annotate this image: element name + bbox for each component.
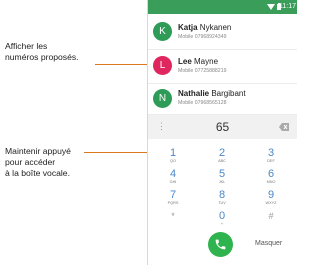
key-7[interactable]: 7 PQRS bbox=[149, 189, 197, 210]
key-5[interactable]: 5 JKL bbox=[198, 168, 246, 189]
key-digit: * bbox=[171, 211, 175, 221]
key-star[interactable]: * bbox=[149, 210, 197, 231]
key-digit: 9 bbox=[267, 189, 275, 201]
wifi-icon bbox=[267, 3, 275, 10]
dialed-number[interactable]: 65 bbox=[148, 120, 297, 134]
key-digit: 8 bbox=[218, 189, 226, 201]
contact-name-rest: Mayne bbox=[191, 57, 219, 66]
annotation-line: numéros proposés. bbox=[5, 52, 79, 62]
dial-input-bar: ⋮ 65 bbox=[148, 115, 297, 139]
contact-suggestion[interactable]: N Nathalie Bargibant Mobile 07968565128 bbox=[148, 84, 297, 115]
avatar: K bbox=[153, 22, 172, 41]
annotation-voicemail: Maintenir appuyé pour accéder à la boîte… bbox=[5, 146, 71, 179]
key-2[interactable]: 2 ABC bbox=[198, 147, 246, 168]
hide-keypad-button[interactable]: Masquer bbox=[255, 240, 282, 247]
contact-name-rest: Nykanen bbox=[197, 23, 232, 32]
key-3[interactable]: 3 DEF bbox=[247, 147, 295, 168]
annotation-line: à la boîte vocale. bbox=[5, 168, 70, 178]
phone-icon bbox=[215, 239, 226, 250]
contact-number: Mobile 07968565128 bbox=[178, 100, 227, 106]
key-8[interactable]: 8 TUV bbox=[198, 189, 246, 210]
key-letters: PQRS bbox=[167, 201, 179, 205]
key-digit: 2 bbox=[218, 147, 226, 159]
contact-suggestion[interactable]: K Katja Nykanen Mobile 07968924349 bbox=[148, 16, 297, 50]
contact-number: Mobile 07968924349 bbox=[178, 34, 227, 40]
key-letters: GHI bbox=[169, 180, 177, 184]
key-digit: 6 bbox=[267, 168, 275, 180]
key-0[interactable]: 0 + bbox=[198, 210, 246, 231]
key-9[interactable]: 9 WXYZ bbox=[247, 189, 295, 210]
avatar: L bbox=[153, 56, 172, 75]
key-digit: 7 bbox=[169, 189, 177, 201]
annotation-line: Maintenir appuyé bbox=[5, 146, 71, 156]
contact-name-rest: Bargibant bbox=[209, 89, 246, 98]
key-4[interactable]: 4 GHI bbox=[149, 168, 197, 189]
annotation-suggested-numbers: Afficher les numéros proposés. bbox=[5, 41, 79, 63]
key-letters: + bbox=[220, 222, 224, 226]
key-hash[interactable]: # bbox=[247, 210, 295, 231]
contact-name: Katja Nykanen bbox=[178, 23, 231, 32]
key-letters: QO bbox=[170, 159, 176, 163]
key-digit: 4 bbox=[169, 168, 177, 180]
phone-screen: 11:17 K Katja Nykanen Mobile 07968924349… bbox=[147, 0, 297, 265]
contact-name: Nathalie Bargibant bbox=[178, 89, 246, 98]
annotation-leader-line bbox=[95, 64, 153, 65]
key-digit: 1 bbox=[169, 147, 177, 159]
dial-keypad: 1 QO 2 ABC 3 DEF 4 GHI 5 JKL 6 MNO 7 PQR… bbox=[148, 139, 297, 226]
key-1[interactable]: 1 QO bbox=[149, 147, 197, 168]
key-letters: DEF bbox=[267, 159, 275, 163]
call-button[interactable] bbox=[208, 232, 233, 257]
annotation-line: Afficher les bbox=[5, 41, 48, 51]
contact-name-match: Nathalie bbox=[178, 89, 210, 98]
contact-suggestion[interactable]: L Lee Mayne Mobile 07725888219 bbox=[148, 50, 297, 84]
status-bar: 11:17 bbox=[148, 0, 297, 14]
key-digit: 3 bbox=[267, 147, 275, 159]
contact-name-match: Lee bbox=[178, 57, 192, 66]
key-letters: WXYZ bbox=[265, 201, 277, 205]
key-digit: 0 bbox=[218, 210, 226, 222]
key-letters: JKL bbox=[218, 180, 226, 184]
avatar: N bbox=[153, 89, 172, 108]
contact-number: Mobile 07725888219 bbox=[178, 68, 227, 74]
contact-name: Lee Mayne bbox=[178, 57, 218, 66]
annotation-leader-line bbox=[84, 152, 154, 153]
key-letters: MNO bbox=[266, 180, 276, 184]
annotation-line: pour accéder bbox=[5, 157, 56, 167]
key-6[interactable]: 6 MNO bbox=[247, 168, 295, 189]
key-letters: ABC bbox=[218, 159, 226, 163]
key-digit: 5 bbox=[218, 168, 226, 180]
contact-name-match: Katja bbox=[178, 23, 198, 32]
status-time: 11:17 bbox=[279, 3, 296, 10]
backspace-icon[interactable] bbox=[279, 123, 289, 131]
key-digit: # bbox=[268, 211, 274, 221]
key-letters: TUV bbox=[218, 201, 226, 205]
